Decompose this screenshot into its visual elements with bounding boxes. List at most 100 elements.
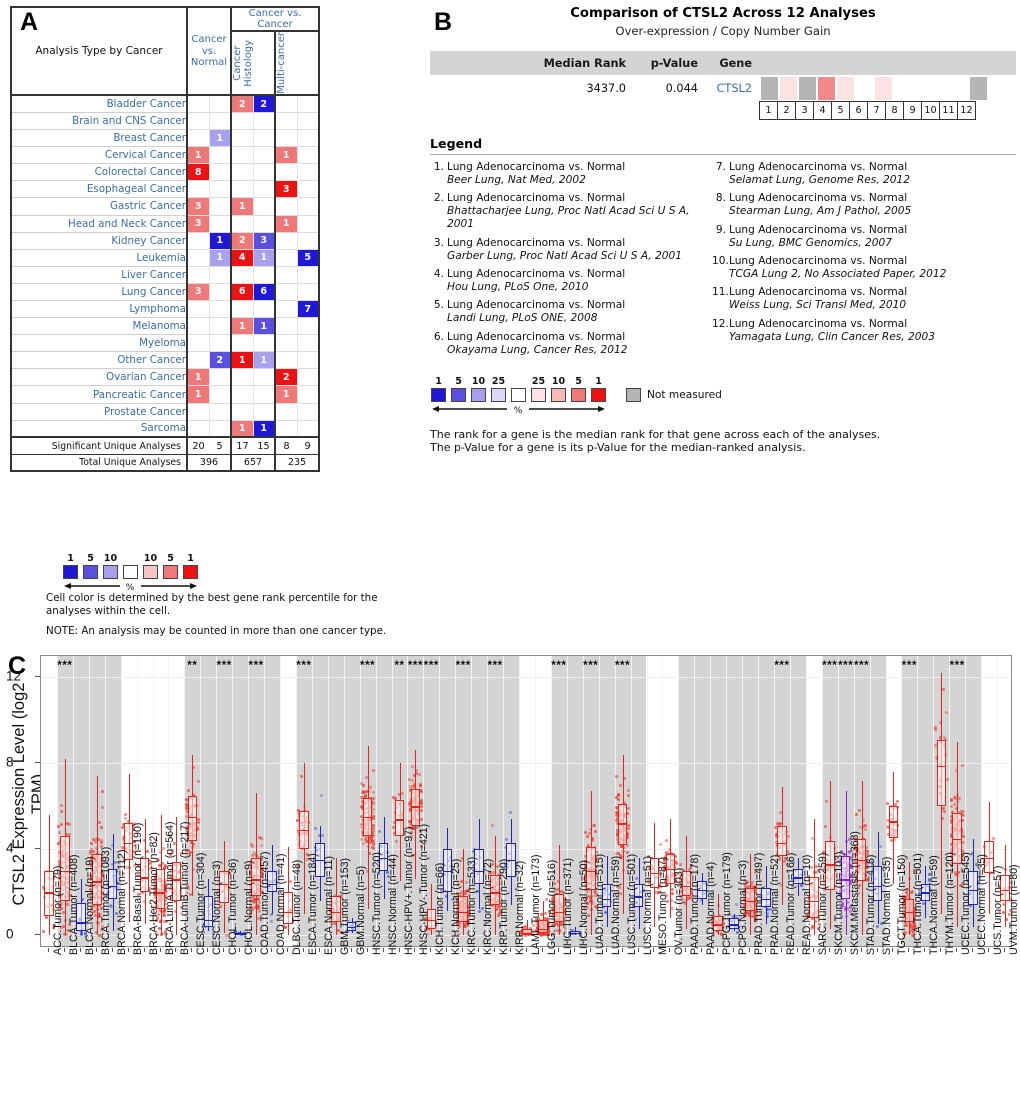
cancer-type-label[interactable]: Lung Cancer [10,282,188,301]
cancer-type-label[interactable]: Sarcoma [10,419,188,438]
rank-cell[interactable] [893,75,912,101]
significance-marker: *** [455,660,471,672]
analysis-cell[interactable]: 1 [186,146,210,164]
analysis-cell [297,146,320,164]
analysis-cell [209,419,232,438]
rank-cell[interactable] [969,75,988,101]
analysis-cell[interactable]: 1 [209,231,232,250]
cancer-type-label[interactable]: Pancreatic Cancer [10,385,188,404]
median-line [394,819,405,821]
analysis-cell[interactable]: 1 [209,129,232,147]
rank-cell[interactable] [798,75,817,101]
x-axis-tick-mark [605,948,607,952]
analysis-cell[interactable]: 1 [230,197,254,216]
not-measured-swatch [626,387,641,402]
analysis-cell[interactable]: 4 [230,248,254,267]
rank-index: 4 [813,101,832,120]
analysis-cell[interactable]: 1 [253,419,276,438]
x-axis-tick-label: GBM.Normal (n=5) [354,865,367,955]
rank-cell[interactable] [912,75,931,101]
analysis-cell[interactable]: 6 [230,282,254,301]
x-axis-tick-mark [669,948,671,952]
scale-number: 1 [67,553,74,564]
x-axis-tick-label: LUAD.Normal (n=59) [609,855,622,955]
cancer-type-label[interactable]: Gastric Cancer [10,197,188,216]
analysis-cell[interactable]: 8 [186,163,210,181]
cancer-type-label[interactable]: Brain and CNS Cancer [10,111,188,130]
sig-val-0: 20 [186,436,209,455]
significance-marker: *** [949,660,965,672]
rank-cell[interactable] [779,75,798,101]
rank-cell[interactable] [874,75,893,101]
analysis-cell [230,402,254,421]
cancer-type-label[interactable]: Kidney Cancer [10,231,188,250]
y-axis-tick-label: 8 [6,754,14,770]
legend-index: 4. [433,267,444,280]
analysis-cell [186,351,210,369]
analysis-cell[interactable]: 1 [230,351,254,369]
scale-swatch-item: 1 [182,553,199,579]
data-point [896,800,900,804]
cancer-type-label[interactable]: Melanoma [10,317,188,335]
rank-cell[interactable] [760,75,779,101]
x-axis-tick-mark [876,948,878,952]
rank-cell[interactable] [817,75,836,101]
cancer-type-label[interactable]: Esophageal Cancer [10,180,188,198]
sig-val-3: 15 [253,436,275,455]
analysis-cell[interactable]: 1 [253,248,276,267]
rank-cell[interactable] [855,75,874,101]
cancer-type-label[interactable]: Myeloma [10,334,188,352]
cancer-type-label[interactable]: Head and Neck Cancer [10,214,188,233]
analysis-cell[interactable]: 1 [230,419,254,438]
significance-marker: ** [187,660,198,672]
analysis-cell [230,334,254,352]
cancer-type-label[interactable]: Cervical Cancer [10,146,188,164]
cancer-type-label[interactable]: Lymphoma [10,299,188,318]
analysis-cell[interactable]: 2 [274,368,298,386]
x-axis-tick-mark [430,948,432,952]
x-axis-tick-mark [286,948,288,952]
legend-analysis-name: Lung Adenocarcinoma vs. Normal [729,286,908,299]
rank-cell[interactable] [950,75,969,101]
data-point [961,834,965,838]
header-multi-cancer: Multi-cancer [274,30,320,97]
analysis-cell[interactable]: 5 [297,248,320,267]
rank-cell[interactable] [836,75,855,101]
cancer-type-label[interactable]: Bladder Cancer [10,94,188,113]
legend-index: 6. [433,330,444,343]
rank-cell[interactable] [931,75,950,101]
analysis-cell[interactable]: 1 [253,317,276,335]
cancer-type-label[interactable]: Ovarian Cancer [10,368,188,386]
cancer-type-label[interactable]: Colorectal Cancer [10,163,188,181]
analysis-cell[interactable]: 2 [253,94,276,113]
analysis-cell[interactable]: 2 [230,94,254,113]
cancer-type-label[interactable]: Breast Cancer [10,129,188,147]
analysis-cell[interactable]: 3 [186,197,210,216]
analysis-cell[interactable]: 3 [274,180,298,198]
data-point [97,821,101,825]
analysis-cell [230,214,254,233]
cancer-type-label[interactable]: Liver Cancer [10,265,188,284]
analysis-cell[interactable]: 1 [274,146,298,164]
analysis-cell[interactable]: 1 [230,317,254,335]
analysis-cell[interactable]: 1 [209,248,232,267]
analysis-cell[interactable]: 1 [186,368,210,386]
analysis-cell[interactable]: 1 [253,351,276,369]
cancer-type-label[interactable]: Other Cancer [10,351,188,369]
analysis-cell[interactable]: 2 [230,231,254,250]
gene-link[interactable]: CTSL2 [698,82,760,95]
x-axis-tick-label: BRCA-LumA.Tumor (n=564) [163,821,176,955]
cancer-type-label[interactable]: Leukemia [10,248,188,267]
analysis-cell[interactable]: 1 [186,385,210,404]
analysis-cell[interactable]: 3 [186,214,210,233]
analysis-cell[interactable]: 6 [253,282,276,301]
x-axis-tick-label: CHOL.Normal (n=9) [243,860,256,956]
analysis-cell[interactable]: 3 [186,282,210,301]
analysis-cell[interactable]: 1 [274,385,298,404]
x-axis-tick-mark [557,948,559,952]
cancer-type-label[interactable]: Prostate Cancer [10,402,188,421]
analysis-cell[interactable]: 1 [274,214,298,233]
analysis-cell[interactable]: 3 [253,231,276,250]
analysis-cell[interactable]: 7 [297,299,320,318]
analysis-cell[interactable]: 2 [209,351,232,369]
